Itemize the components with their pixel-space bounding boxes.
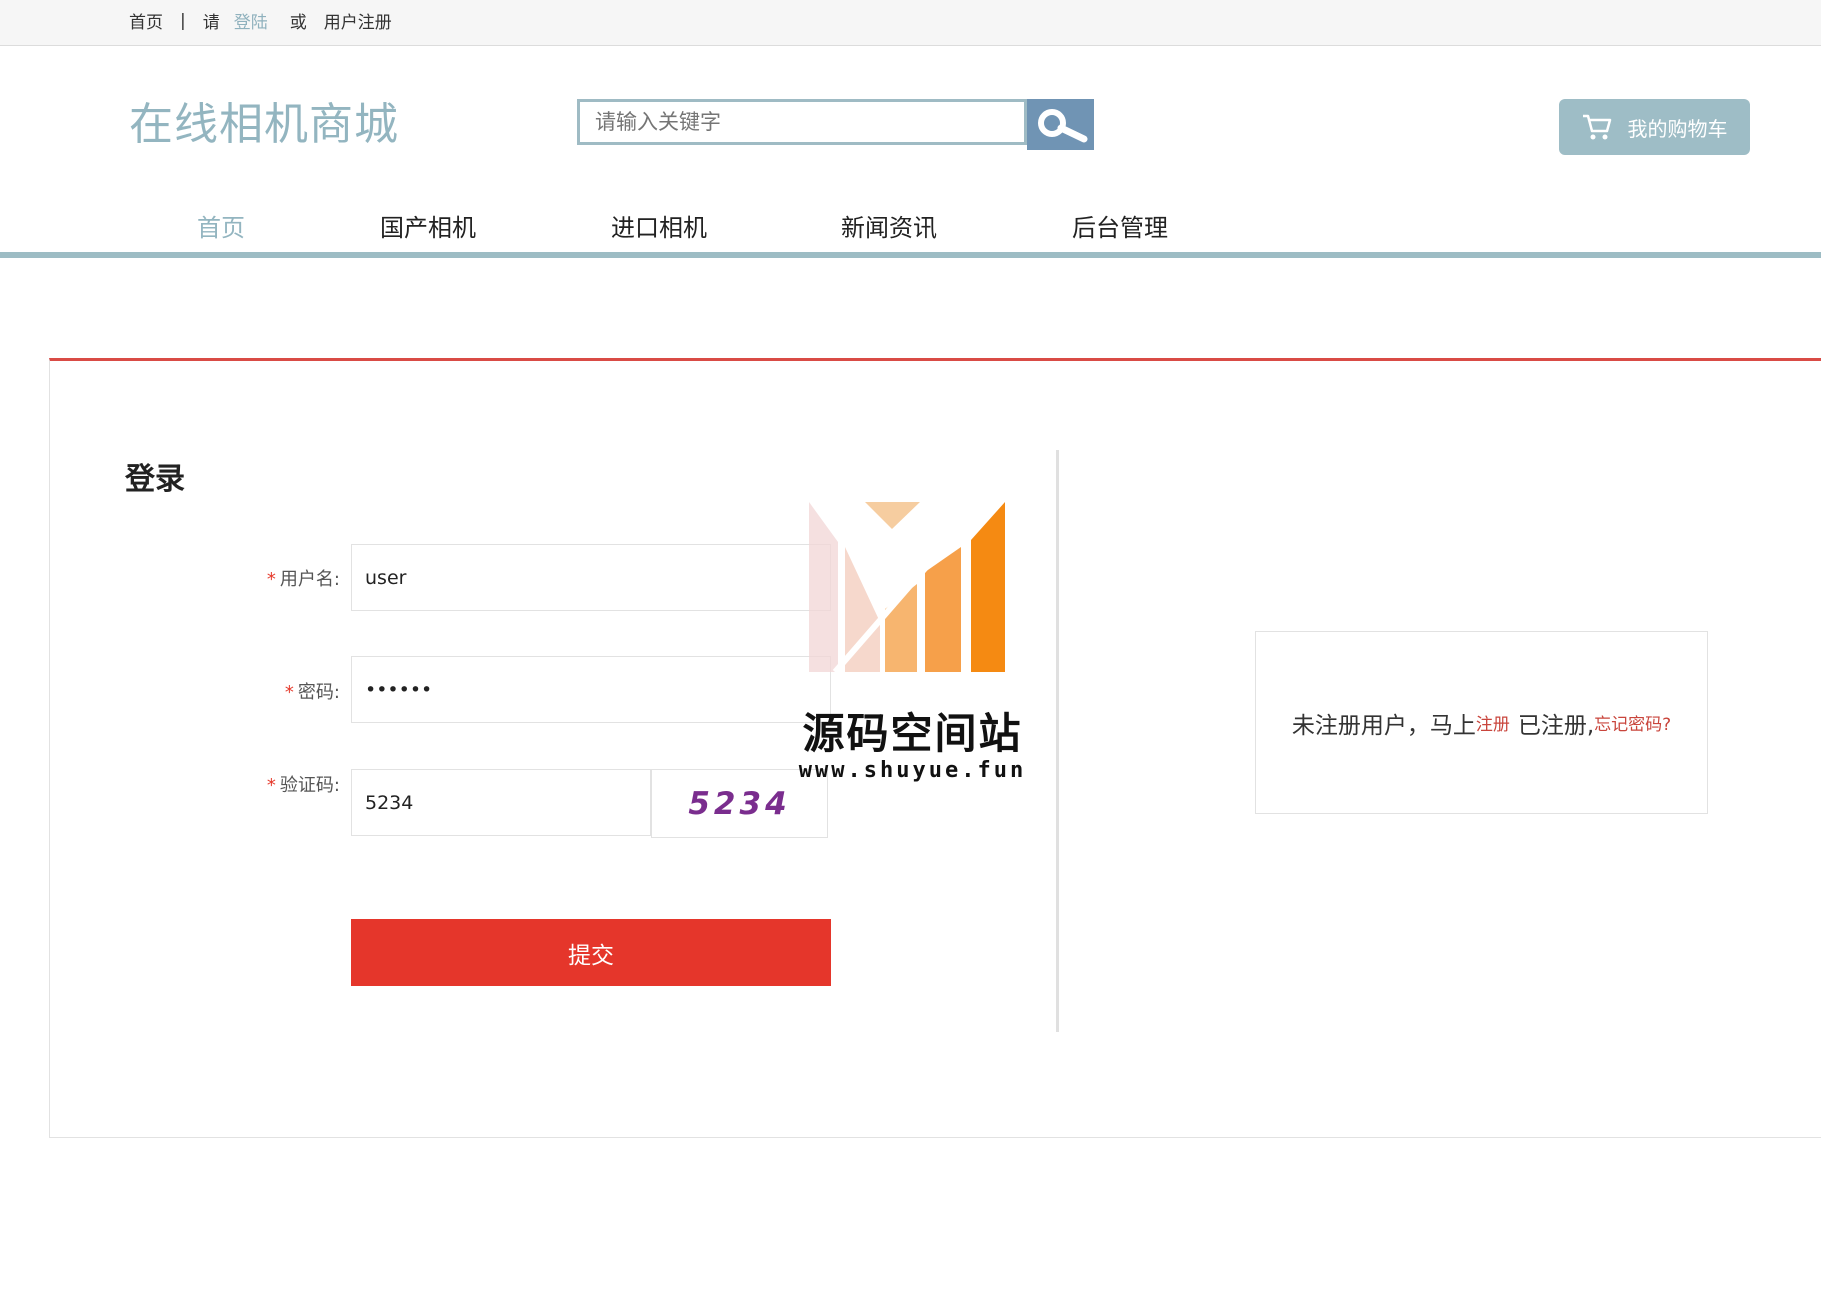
hint-text-registered: 已注册, — [1517, 712, 1595, 739]
login-title: 登录 — [125, 462, 185, 497]
main-nav: 首页 国产相机 进口相机 新闻资讯 后台管理 — [0, 198, 1821, 258]
cart-label: 我的购物车 — [1627, 116, 1728, 141]
nav-item-admin[interactable]: 后台管理 — [1072, 208, 1168, 243]
password-value: •••••• — [365, 678, 433, 701]
top-please-text: 请 — [202, 13, 220, 33]
password-label: * 密码: — [284, 682, 340, 703]
top-or-text: 或 — [289, 13, 307, 33]
vertical-divider — [1056, 450, 1059, 1032]
required-mark: * — [266, 775, 276, 796]
site-logo[interactable]: 在线相机商城 — [129, 88, 399, 152]
cart-button[interactable]: 我的购物车 — [1559, 99, 1750, 155]
top-bar: 首页 | 请 登陆 或 用户注册 — [0, 0, 1821, 46]
submit-button[interactable]: 提交 — [351, 919, 831, 986]
nav-item-domestic-cameras[interactable]: 国产相机 — [380, 208, 476, 243]
nav-item-news[interactable]: 新闻资讯 — [841, 208, 937, 243]
nav-item-imported-cameras[interactable]: 进口相机 — [611, 208, 707, 243]
top-register-link[interactable]: 用户注册 — [324, 8, 392, 33]
required-mark: * — [284, 682, 294, 703]
required-mark: * — [266, 569, 276, 590]
search-icon — [1037, 108, 1087, 142]
captcha-value: 5234 — [365, 791, 414, 814]
cart-icon — [1582, 114, 1611, 140]
search-input[interactable] — [577, 99, 1027, 145]
password-field[interactable]: •••••• — [351, 656, 831, 723]
hint-text-unregistered: 未注册用户，马上 — [1291, 712, 1476, 739]
username-field[interactable]: user — [351, 544, 831, 611]
username-label: * 用户名: — [266, 569, 340, 590]
captcha-label: * 验证码: — [266, 775, 340, 796]
register-link[interactable]: 注册 — [1476, 710, 1510, 735]
username-value: user — [365, 566, 407, 589]
top-separator: | — [180, 10, 186, 31]
top-links: 首页 | 请 登陆 或 用户注册 — [129, 8, 392, 34]
forgot-password-link[interactable]: 忘记密码? — [1594, 710, 1671, 735]
search-button[interactable] — [1027, 99, 1094, 150]
nav-item-home[interactable]: 首页 — [197, 208, 245, 243]
register-hint-box: 未注册用户，马上 注册 已注册, 忘记密码? — [1255, 631, 1708, 814]
watermark-url: www.shuyue.fun — [798, 758, 1027, 783]
top-home-link[interactable]: 首页 — [129, 8, 163, 33]
captcha-field[interactable]: 5234 — [351, 769, 651, 836]
top-login-link[interactable]: 登陆 — [234, 8, 268, 33]
watermark-title: 源码空间站 — [802, 709, 1023, 758]
